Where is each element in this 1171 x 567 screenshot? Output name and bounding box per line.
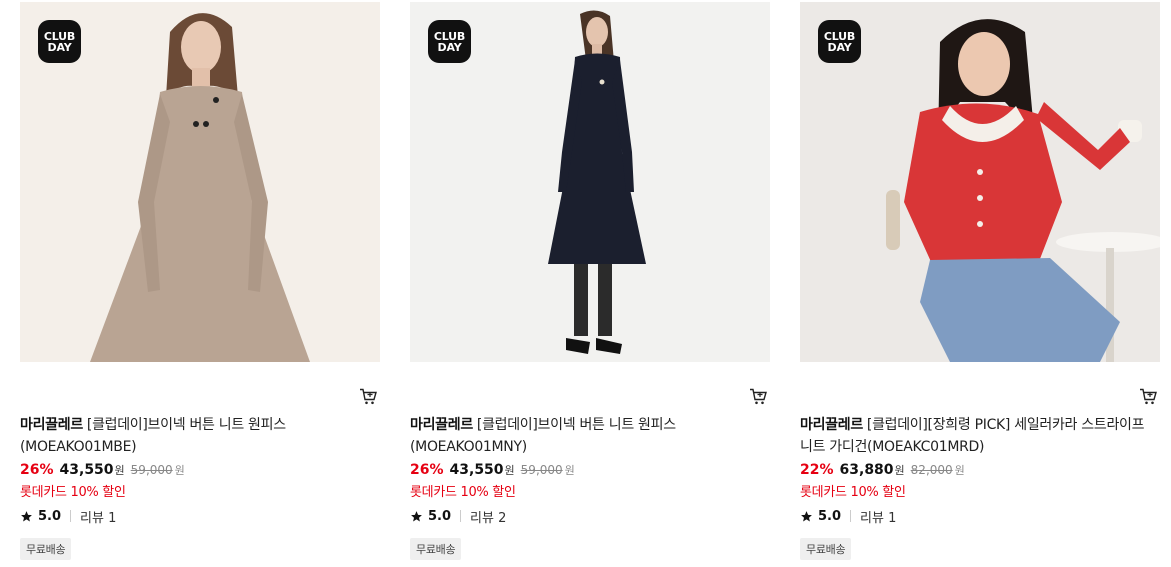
cart-icon[interactable]	[748, 386, 768, 406]
rating-score: 5.0	[818, 508, 842, 524]
cart-icon[interactable]	[358, 386, 378, 406]
currency-unit: 원	[504, 464, 515, 477]
original-price: 59,000	[520, 463, 563, 477]
product-card[interactable]: CLUB DAY 마리끌레르 [클럽데이]브이넥 버튼 니트 원피스 (MOEAKO…	[410, 2, 770, 560]
original-price: 59,000	[130, 463, 173, 477]
price-row: 26% 43,550 원 59,000 원	[20, 462, 380, 482]
sale-price: 43,550	[59, 462, 114, 478]
star-icon	[801, 510, 812, 521]
original-price: 82,000	[910, 463, 953, 477]
rating-score: 5.0	[38, 508, 62, 524]
brand-name: 마리끌레르	[410, 417, 473, 433]
brand-name: 마리끌레르	[20, 417, 83, 433]
currency-unit: 원	[954, 464, 965, 477]
currency-unit: 원	[894, 464, 905, 477]
divider	[460, 510, 462, 522]
product-image[interactable]: CLUB DAY	[410, 2, 770, 362]
brand-name: 마리끌레르	[800, 417, 863, 433]
rating-row: 5.0 리뷰 1	[800, 506, 1160, 526]
free-shipping-tag: 무료배송	[20, 538, 72, 560]
card-benefit: 롯데카드 10% 할인	[20, 485, 126, 500]
discount-rate: 22%	[800, 462, 834, 478]
sale-price: 43,550	[449, 462, 504, 478]
club-day-badge: CLUB DAY	[428, 20, 471, 63]
review-count: 리뷰 2	[470, 510, 507, 526]
sale-price: 63,880	[839, 462, 894, 478]
card-benefit: 롯데카드 10% 할인	[410, 485, 516, 500]
review-count: 리뷰 1	[860, 510, 897, 526]
product-image[interactable]: CLUB DAY	[800, 2, 1160, 362]
discount-rate: 26%	[20, 462, 54, 478]
club-day-badge: CLUB DAY	[38, 20, 81, 63]
currency-unit: 원	[114, 464, 125, 477]
star-icon	[21, 510, 32, 521]
review-count: 리뷰 1	[80, 510, 117, 526]
divider	[850, 510, 852, 522]
currency-unit: 원	[564, 464, 575, 477]
product-card[interactable]: CLUB DAY 마리끌레르 [클럽데이]브이넥 버튼 니트 원피스 (MOEAKO…	[20, 2, 380, 560]
card-benefit: 롯데카드 10% 할인	[800, 485, 906, 500]
price-row: 22% 63,880 원 82,000 원	[800, 462, 1160, 482]
product-grid: CLUB DAY 마리끌레르 [클럽데이]브이넥 버튼 니트 원피스 (MOEAKO…	[0, 0, 1171, 567]
product-image[interactable]: CLUB DAY	[20, 2, 380, 362]
star-icon	[411, 510, 422, 521]
product-title[interactable]: 마리끌레르 [클럽데이]브이넥 버튼 니트 원피스 (MOEAKO01MBE)	[20, 414, 380, 458]
currency-unit: 원	[174, 464, 185, 477]
discount-rate: 26%	[410, 462, 444, 478]
rating-score: 5.0	[428, 508, 452, 524]
free-shipping-tag: 무료배송	[800, 538, 852, 560]
price-row: 26% 43,550 원 59,000 원	[410, 462, 770, 482]
product-card[interactable]: CLUB DAY 마리끌레르 [클럽데이][장희령 PICK] 세일러카라 스트라이…	[800, 2, 1160, 560]
rating-row: 5.0 리뷰 1	[20, 506, 380, 526]
free-shipping-tag: 무료배송	[410, 538, 462, 560]
product-title[interactable]: 마리끌레르 [클럽데이]브이넥 버튼 니트 원피스 (MOEAKO01MNY)	[410, 414, 770, 458]
cart-icon[interactable]	[1138, 386, 1158, 406]
club-day-badge: CLUB DAY	[818, 20, 861, 63]
divider	[70, 510, 72, 522]
rating-row: 5.0 리뷰 2	[410, 506, 770, 526]
product-title[interactable]: 마리끌레르 [클럽데이][장희령 PICK] 세일러카라 스트라이프 니트 가디건…	[800, 414, 1160, 458]
